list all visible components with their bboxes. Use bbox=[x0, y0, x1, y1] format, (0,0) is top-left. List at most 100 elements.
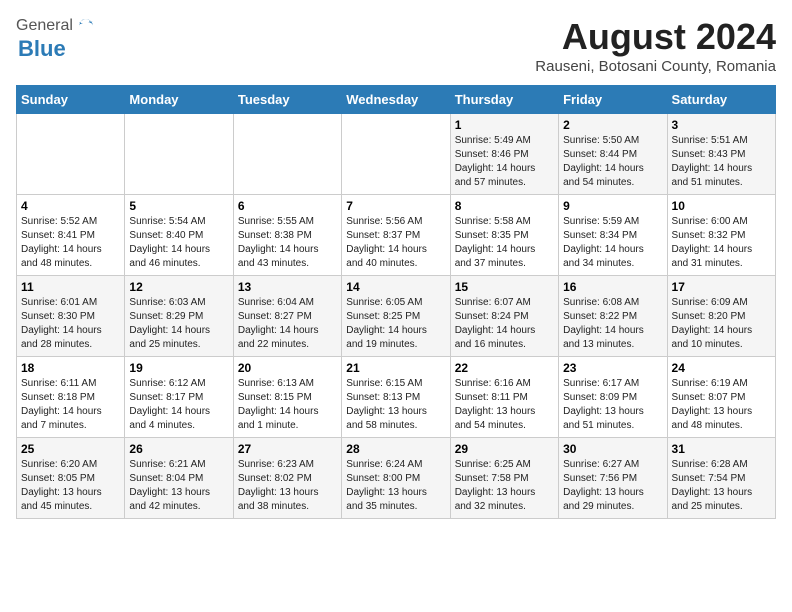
day-number: 22 bbox=[455, 361, 554, 375]
day-number: 28 bbox=[346, 442, 445, 456]
calendar-cell: 22 Sunrise: 6:16 AM Sunset: 8:11 PM Dayli… bbox=[450, 357, 558, 438]
day-info: Sunrise: 6:28 AM Sunset: 7:54 PM Dayligh… bbox=[672, 458, 771, 514]
day-info: Sunrise: 5:49 AM Sunset: 8:46 PM Dayligh… bbox=[455, 134, 554, 190]
day-info: Sunrise: 6:11 AM Sunset: 8:18 PM Dayligh… bbox=[21, 377, 120, 433]
header: General Blue August 2024 Rauseni, Botosa… bbox=[16, 16, 776, 75]
logo-blue-text: Blue bbox=[18, 36, 66, 62]
calendar-cell: 20 Sunrise: 6:13 AM Sunset: 8:15 PM Dayli… bbox=[233, 357, 341, 438]
location-subtitle: Rauseni, Botosani County, Romania bbox=[535, 58, 776, 75]
day-info: Sunrise: 5:59 AM Sunset: 8:34 PM Dayligh… bbox=[563, 215, 662, 271]
weekday-header-row: SundayMondayTuesdayWednesdayThursdayFrid… bbox=[17, 86, 776, 114]
day-number: 21 bbox=[346, 361, 445, 375]
day-number: 1 bbox=[455, 118, 554, 132]
day-number: 2 bbox=[563, 118, 662, 132]
day-info: Sunrise: 6:09 AM Sunset: 8:20 PM Dayligh… bbox=[672, 296, 771, 352]
day-info: Sunrise: 6:27 AM Sunset: 7:56 PM Dayligh… bbox=[563, 458, 662, 514]
weekday-header-saturday: Saturday bbox=[667, 86, 775, 114]
day-info: Sunrise: 6:07 AM Sunset: 8:24 PM Dayligh… bbox=[455, 296, 554, 352]
day-info: Sunrise: 6:25 AM Sunset: 7:58 PM Dayligh… bbox=[455, 458, 554, 514]
calendar-cell: 13 Sunrise: 6:04 AM Sunset: 8:27 PM Dayli… bbox=[233, 276, 341, 357]
calendar-week-row: 11Sunrise: 6:01 AM Sunset: 8:30 PM Dayli… bbox=[17, 276, 776, 357]
day-info: Sunrise: 5:50 AM Sunset: 8:44 PM Dayligh… bbox=[563, 134, 662, 190]
day-number: 31 bbox=[672, 442, 771, 456]
calendar-cell: 2 Sunrise: 5:50 AM Sunset: 8:44 PM Daylig… bbox=[559, 114, 667, 195]
title-area: August 2024 Rauseni, Botosani County, Ro… bbox=[535, 16, 776, 75]
day-number: 20 bbox=[238, 361, 337, 375]
calendar-cell: 7Sunrise: 5:56 AM Sunset: 8:37 PM Daylig… bbox=[342, 195, 450, 276]
day-number: 27 bbox=[238, 442, 337, 456]
logo-general-text: General bbox=[16, 17, 73, 35]
calendar-cell: 21 Sunrise: 6:15 AM Sunset: 8:13 PM Dayli… bbox=[342, 357, 450, 438]
calendar-cell: 31 Sunrise: 6:28 AM Sunset: 7:54 PM Dayli… bbox=[667, 438, 775, 519]
day-number: 13 bbox=[238, 280, 337, 294]
calendar-cell: 28Sunrise: 6:24 AM Sunset: 8:00 PM Dayli… bbox=[342, 438, 450, 519]
day-info: Sunrise: 6:19 AM Sunset: 8:07 PM Dayligh… bbox=[672, 377, 771, 433]
weekday-header-friday: Friday bbox=[559, 86, 667, 114]
day-info: Sunrise: 6:17 AM Sunset: 8:09 PM Dayligh… bbox=[563, 377, 662, 433]
calendar-cell: 30 Sunrise: 6:27 AM Sunset: 7:56 PM Dayli… bbox=[559, 438, 667, 519]
day-number: 5 bbox=[129, 199, 228, 213]
calendar-cell: 29 Sunrise: 6:25 AM Sunset: 7:58 PM Dayli… bbox=[450, 438, 558, 519]
day-info: Sunrise: 6:01 AM Sunset: 8:30 PM Dayligh… bbox=[21, 296, 120, 352]
day-info: Sunrise: 6:12 AM Sunset: 8:17 PM Dayligh… bbox=[129, 377, 228, 433]
calendar-cell: 19 Sunrise: 6:12 AM Sunset: 8:17 PM Dayli… bbox=[125, 357, 233, 438]
day-info: Sunrise: 5:54 AM Sunset: 8:40 PM Dayligh… bbox=[129, 215, 228, 271]
day-info: Sunrise: 5:55 AM Sunset: 8:38 PM Dayligh… bbox=[238, 215, 337, 271]
day-info: Sunrise: 6:15 AM Sunset: 8:13 PM Dayligh… bbox=[346, 377, 445, 433]
day-number: 9 bbox=[563, 199, 662, 213]
day-number: 15 bbox=[455, 280, 554, 294]
calendar-cell bbox=[17, 114, 125, 195]
calendar-cell bbox=[125, 114, 233, 195]
calendar-week-row: 1 Sunrise: 5:49 AM Sunset: 8:46 PM Daylig… bbox=[17, 114, 776, 195]
day-info: Sunrise: 6:23 AM Sunset: 8:02 PM Dayligh… bbox=[238, 458, 337, 514]
calendar-week-row: 4 Sunrise: 5:52 AM Sunset: 8:41 PM Daylig… bbox=[17, 195, 776, 276]
day-info: Sunrise: 5:51 AM Sunset: 8:43 PM Dayligh… bbox=[672, 134, 771, 190]
day-number: 8 bbox=[455, 199, 554, 213]
day-number: 14 bbox=[346, 280, 445, 294]
day-number: 3 bbox=[672, 118, 771, 132]
day-number: 23 bbox=[563, 361, 662, 375]
day-number: 4 bbox=[21, 199, 120, 213]
calendar-cell: 18 Sunrise: 6:11 AM Sunset: 8:18 PM Dayli… bbox=[17, 357, 125, 438]
day-number: 17 bbox=[672, 280, 771, 294]
calendar-cell: 10Sunrise: 6:00 AM Sunset: 8:32 PM Dayli… bbox=[667, 195, 775, 276]
calendar-table: SundayMondayTuesdayWednesdayThursdayFrid… bbox=[16, 85, 776, 519]
calendar-cell bbox=[233, 114, 341, 195]
calendar-week-row: 18 Sunrise: 6:11 AM Sunset: 8:18 PM Dayli… bbox=[17, 357, 776, 438]
day-info: Sunrise: 6:03 AM Sunset: 8:29 PM Dayligh… bbox=[129, 296, 228, 352]
calendar-cell: 4 Sunrise: 5:52 AM Sunset: 8:41 PM Daylig… bbox=[17, 195, 125, 276]
day-number: 25 bbox=[21, 442, 120, 456]
day-info: Sunrise: 6:20 AM Sunset: 8:05 PM Dayligh… bbox=[21, 458, 120, 514]
calendar-cell: 9 Sunrise: 5:59 AM Sunset: 8:34 PM Daylig… bbox=[559, 195, 667, 276]
calendar-cell: 17 Sunrise: 6:09 AM Sunset: 8:20 PM Dayli… bbox=[667, 276, 775, 357]
calendar-cell: 26Sunrise: 6:21 AM Sunset: 8:04 PM Dayli… bbox=[125, 438, 233, 519]
day-number: 12 bbox=[129, 280, 228, 294]
day-info: Sunrise: 6:16 AM Sunset: 8:11 PM Dayligh… bbox=[455, 377, 554, 433]
calendar-cell: 5 Sunrise: 5:54 AM Sunset: 8:40 PM Daylig… bbox=[125, 195, 233, 276]
day-info: Sunrise: 6:04 AM Sunset: 8:27 PM Dayligh… bbox=[238, 296, 337, 352]
weekday-header-wednesday: Wednesday bbox=[342, 86, 450, 114]
day-info: Sunrise: 6:21 AM Sunset: 8:04 PM Dayligh… bbox=[129, 458, 228, 514]
day-number: 30 bbox=[563, 442, 662, 456]
calendar-cell: 11Sunrise: 6:01 AM Sunset: 8:30 PM Dayli… bbox=[17, 276, 125, 357]
day-info: Sunrise: 6:13 AM Sunset: 8:15 PM Dayligh… bbox=[238, 377, 337, 433]
day-number: 29 bbox=[455, 442, 554, 456]
weekday-header-sunday: Sunday bbox=[17, 86, 125, 114]
calendar-cell: 23 Sunrise: 6:17 AM Sunset: 8:09 PM Dayli… bbox=[559, 357, 667, 438]
weekday-header-tuesday: Tuesday bbox=[233, 86, 341, 114]
calendar-cell: 12 Sunrise: 6:03 AM Sunset: 8:29 PM Dayli… bbox=[125, 276, 233, 357]
day-number: 6 bbox=[238, 199, 337, 213]
logo-bird-icon bbox=[75, 16, 95, 36]
calendar-cell: 27 Sunrise: 6:23 AM Sunset: 8:02 PM Dayli… bbox=[233, 438, 341, 519]
calendar-cell: 1 Sunrise: 5:49 AM Sunset: 8:46 PM Daylig… bbox=[450, 114, 558, 195]
day-info: Sunrise: 6:05 AM Sunset: 8:25 PM Dayligh… bbox=[346, 296, 445, 352]
day-info: Sunrise: 6:00 AM Sunset: 8:32 PM Dayligh… bbox=[672, 215, 771, 271]
calendar-cell: 24Sunrise: 6:19 AM Sunset: 8:07 PM Dayli… bbox=[667, 357, 775, 438]
day-info: Sunrise: 5:52 AM Sunset: 8:41 PM Dayligh… bbox=[21, 215, 120, 271]
day-number: 19 bbox=[129, 361, 228, 375]
calendar-cell: 6 Sunrise: 5:55 AM Sunset: 8:38 PM Daylig… bbox=[233, 195, 341, 276]
day-number: 18 bbox=[21, 361, 120, 375]
calendar-cell: 15 Sunrise: 6:07 AM Sunset: 8:24 PM Dayli… bbox=[450, 276, 558, 357]
calendar-week-row: 25 Sunrise: 6:20 AM Sunset: 8:05 PM Dayli… bbox=[17, 438, 776, 519]
day-number: 7 bbox=[346, 199, 445, 213]
